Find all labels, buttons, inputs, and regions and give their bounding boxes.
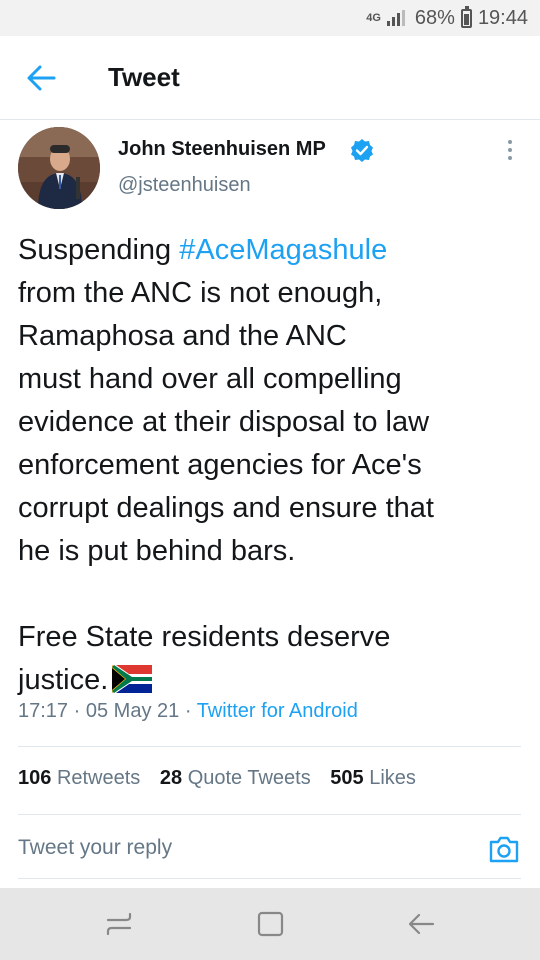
reply-underline (18, 878, 521, 879)
network-indicator: 4G (366, 12, 381, 24)
tweet-text-line: from the ANC is not enough, (18, 277, 383, 309)
likes-count: 505 (330, 767, 364, 789)
author-handle[interactable]: @jsteenhuisen (118, 174, 251, 197)
back-icon[interactable] (406, 910, 436, 938)
tweet-text-line: corrupt dealings and ensure that (18, 492, 434, 524)
camera-icon[interactable] (488, 834, 520, 864)
south-africa-flag-icon (112, 665, 153, 693)
avatar-image (18, 127, 100, 209)
engagement-stats: 106 Retweets 28 Quote Tweets 505 Likes (18, 767, 430, 790)
tweet-time: 17:17 (18, 700, 69, 722)
likes-label: Likes (369, 767, 416, 789)
battery-icon (460, 5, 472, 28)
meta-separator: · (184, 700, 192, 722)
avatar[interactable] (18, 127, 100, 209)
tweet-text-line: enforcement agencies for Ace's (18, 449, 422, 481)
clock: 19:44 (477, 6, 528, 29)
tweet-meta: 17:17 · 05 May 21 · Twitter for Android (18, 700, 358, 723)
tweet-text-line: evidence at their disposal to law (18, 406, 430, 438)
tweet-text-segment: Suspending (18, 234, 180, 266)
tweet-date: 05 May 21 (85, 700, 180, 722)
signal-icon (386, 10, 407, 26)
top-app-bar: Tweet (0, 36, 540, 120)
hashtag-link[interactable]: #AceMagashule (179, 234, 387, 266)
system-navigation-bar (0, 888, 540, 960)
battery-percent: 68% (414, 6, 455, 29)
home-icon[interactable] (256, 910, 286, 938)
tweet-text: Suspending #AceMagashule from the ANC is… (18, 229, 528, 702)
reply-input[interactable]: Tweet your reply (18, 836, 438, 860)
divider (18, 814, 521, 815)
retweets-label: Retweets (56, 767, 141, 789)
arrow-left-icon[interactable] (26, 64, 56, 92)
quote-tweets-label: Quote Tweets (187, 767, 311, 789)
status-bar: 4G 68% 19:44 (0, 0, 540, 36)
quote-tweets-count: 28 (159, 767, 183, 789)
verified-badge-icon (351, 139, 373, 162)
divider (18, 746, 521, 747)
more-options-icon[interactable] (506, 140, 514, 164)
page-title: Tweet (108, 62, 180, 92)
retweets-stat[interactable]: 106 Retweets (18, 767, 140, 789)
tweet-source-link[interactable]: Twitter for Android (197, 700, 358, 722)
likes-stat[interactable]: 505 Likes (330, 767, 416, 789)
paragraph-break (18, 573, 528, 616)
meta-separator: · (73, 700, 81, 722)
tweet-text-line: he is put behind bars. (18, 535, 296, 567)
quote-tweets-stat[interactable]: 28 Quote Tweets (160, 767, 311, 789)
tweet-text-line: Free State residents deserve (18, 621, 391, 653)
retweets-count: 106 (18, 767, 52, 789)
tweet-text-line: Ramaphosa and the ANC (18, 320, 347, 352)
tweet-text-line: must hand over all compelling (18, 363, 402, 395)
tweet-text-line: justice. (18, 664, 109, 696)
author-name[interactable]: John Steenhuisen MP (118, 138, 326, 161)
recent-apps-icon[interactable] (104, 910, 134, 938)
